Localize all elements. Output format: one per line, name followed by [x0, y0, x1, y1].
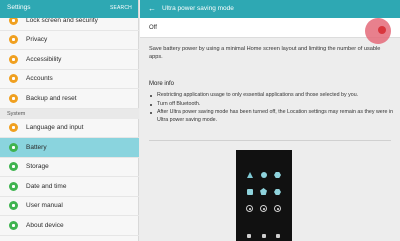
sidebar-item-accessibility[interactable]: Accessibility	[0, 50, 139, 70]
manual-icon	[9, 201, 18, 211]
section-header-system: System	[0, 108, 139, 119]
app-icon	[247, 172, 253, 178]
accessibility-icon	[9, 54, 18, 64]
back-arrow-icon[interactable]: ←	[148, 4, 156, 13]
sidebar-item-privacy[interactable]: Privacy	[0, 31, 139, 50]
language-icon	[9, 123, 18, 133]
search-button[interactable]: SEARCH	[110, 5, 132, 11]
app-icon	[260, 188, 267, 195]
storage-icon	[9, 162, 18, 172]
accounts-icon	[9, 74, 18, 84]
sidebar-item-user-manual[interactable]: User manual	[0, 197, 139, 216]
app-icon	[247, 189, 253, 195]
clock-icon	[9, 181, 18, 191]
sidebar-item-label: About device	[26, 221, 64, 229]
sidebar-item-language-and-input[interactable]: Language and input	[0, 119, 139, 138]
detail-pane: ← Ultra power saving mode Off Save batte…	[140, 0, 400, 241]
app-icon	[274, 189, 281, 195]
more-info-heading: More info	[149, 81, 175, 87]
sidebar-item-accounts[interactable]: Accounts	[0, 70, 139, 89]
info-item: Restricting application usage to only es…	[149, 92, 395, 100]
page-title: Ultra power saving mode	[162, 5, 234, 12]
divider	[149, 140, 391, 141]
sidebar-item-label: User manual	[26, 202, 63, 210]
sidebar-header: Settings SEARCH	[0, 0, 138, 18]
backup-icon	[9, 93, 18, 103]
master-switch[interactable]	[378, 26, 386, 34]
sidebar-title: Settings	[7, 4, 31, 11]
detail-header: ← Ultra power saving mode	[140, 0, 400, 18]
sidebar-item-label: Backup and reset	[26, 94, 77, 102]
phone-preview-image	[236, 150, 292, 241]
sidebar-item-label: Accessibility	[26, 55, 62, 63]
privacy-icon	[9, 35, 18, 45]
add-app-icon	[246, 205, 253, 212]
mode-description: Save battery power by using a minimal Ho…	[149, 46, 381, 60]
nav-icon	[262, 234, 266, 238]
sidebar-item-storage[interactable]: Storage	[0, 158, 139, 177]
info-item: Turn off Bluetooth.	[149, 101, 395, 109]
app-icon	[274, 172, 281, 178]
info-item: After Ultra power saving mode has been t…	[149, 109, 395, 124]
battery-icon	[9, 142, 18, 152]
nav-icon	[247, 234, 251, 238]
nav-icon	[276, 234, 280, 238]
app-icon	[261, 172, 267, 178]
settings-sidebar: Settings SEARCH Lock screen and security…	[0, 0, 139, 241]
sidebar-item-label: Storage	[26, 163, 49, 171]
sidebar-item-battery[interactable]: Battery	[0, 138, 139, 158]
sidebar-item-label: Battery	[26, 143, 47, 151]
add-app-icon	[260, 205, 267, 212]
sidebar-item-label: Date and time	[26, 182, 67, 190]
more-info-list: Restricting application usage to only es…	[149, 92, 395, 125]
sidebar-item-about-device[interactable]: About device	[0, 216, 139, 236]
sidebar-item-label: Language and input	[26, 124, 84, 132]
sidebar-item-label: Privacy	[26, 36, 48, 44]
master-switch-row[interactable]: Off	[140, 18, 400, 38]
switch-state-label: Off	[149, 25, 157, 31]
add-app-icon	[274, 205, 281, 212]
info-icon	[9, 220, 18, 230]
sidebar-item-date-and-time[interactable]: Date and time	[0, 177, 139, 197]
sidebar-item-label: Accounts	[26, 75, 53, 83]
sidebar-item-backup-and-reset[interactable]: Backup and reset	[0, 89, 139, 109]
